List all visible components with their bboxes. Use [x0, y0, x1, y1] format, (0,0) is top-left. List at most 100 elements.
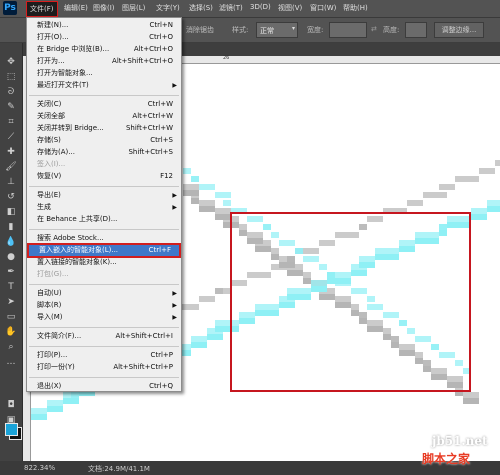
file-menu-item[interactable]: 退出(X) Ctrl+Q — [27, 381, 181, 392]
menu-layer[interactable]: 图层(L) — [122, 3, 145, 13]
file-menu-item[interactable]: 新建(N)... Ctrl+N — [27, 20, 181, 31]
file-menu-item[interactable]: 置入链接的智能对象(K)... — [27, 257, 181, 268]
quick-mask-icon[interactable]: ◘ — [4, 400, 18, 411]
file-menu-item[interactable]: 生成 ▶ — [27, 202, 181, 213]
eraser-tool-icon[interactable]: ◧ — [4, 207, 18, 218]
submenu-arrow-icon: ▶ — [172, 314, 177, 321]
menu-separator — [29, 186, 179, 187]
watermark-domain: jb51.net — [432, 434, 488, 448]
file-menu-item-shortcut: Alt+Shift+Ctrl+I — [115, 332, 173, 340]
file-menu-item[interactable]: 打印(P)... Ctrl+P — [27, 350, 181, 361]
menu-separator — [29, 327, 179, 328]
file-menu-item[interactable]: 文件简介(F)... Alt+Shift+Ctrl+I — [27, 331, 181, 342]
gradient-tool-icon[interactable]: ▮ — [4, 222, 18, 233]
blur-tool-icon[interactable]: 💧 — [4, 237, 18, 248]
crop-tool-icon[interactable]: ⌗ — [4, 117, 18, 128]
menu-window[interactable]: 窗口(W) — [310, 3, 336, 13]
file-menu-item[interactable]: 打开为智能对象... — [27, 68, 181, 79]
marquee-tool-icon[interactable]: ⬚ — [4, 72, 18, 83]
file-menu-item[interactable]: 在 Behance 上共享(D)... — [27, 214, 181, 225]
file-menu-item-label: 自动(U) — [37, 289, 62, 297]
file-menu-item-label: 关闭(C) — [37, 100, 62, 108]
healing-brush-tool-icon[interactable]: ✚ — [4, 147, 18, 158]
move-tool-icon[interactable]: ✥ — [4, 57, 18, 68]
swap-icon[interactable]: ⇄ — [371, 25, 377, 33]
file-menu-item-label: 新建(N)... — [37, 21, 69, 29]
file-menu-item[interactable]: 打印一份(Y) Alt+Shift+Ctrl+P — [27, 362, 181, 373]
file-menu-item[interactable]: 脚本(R) ▶ — [27, 300, 181, 311]
file-menu-item-shortcut: Ctrl+P — [150, 351, 173, 359]
quick-select-tool-icon[interactable]: ✎ — [4, 102, 18, 113]
submenu-arrow-icon: ▶ — [172, 82, 177, 89]
file-menu-item-label: 脚本(R) — [37, 301, 62, 309]
more-tools-icon[interactable]: … — [4, 357, 18, 368]
file-menu-item[interactable]: 导出(E) ▶ — [27, 190, 181, 201]
brush-tool-icon[interactable]: 🖌 — [4, 162, 18, 173]
foreground-color-swatch[interactable] — [5, 423, 18, 436]
file-menu-item[interactable]: 关闭并转到 Bridge... Shift+Ctrl+W — [27, 123, 181, 134]
menu-separator — [29, 95, 179, 96]
menu-view[interactable]: 视图(V) — [278, 3, 302, 13]
lasso-tool-icon[interactable]: ᘐ — [4, 87, 18, 98]
file-menu-item-shortcut: Shift+Ctrl+W — [125, 124, 173, 132]
document-size[interactable]: 文档:24.9M/41.1M — [88, 464, 150, 474]
menu-separator — [29, 377, 179, 378]
ruler-mark: 26 — [223, 55, 230, 61]
zoom-level[interactable]: 822.34% — [24, 464, 55, 472]
file-menu-item[interactable]: 存储为(A)... Shift+Ctrl+S — [27, 147, 181, 158]
watermark-site-name: 脚本之家 — [422, 452, 471, 466]
pen-tool-icon[interactable]: ✒ — [4, 267, 18, 278]
file-menu-item-shortcut: F12 — [160, 172, 173, 180]
menu-image[interactable]: 图像(I) — [93, 3, 115, 13]
file-menu-item[interactable]: 自动(U) ▶ — [27, 288, 181, 299]
file-menu-item[interactable]: 关闭(C) Ctrl+W — [27, 99, 181, 110]
file-menu-item-label: 搜索 Adobe Stock... — [37, 234, 104, 242]
file-menu-item[interactable]: 打开(O)... Ctrl+O — [27, 32, 181, 43]
file-menu-item[interactable]: 搜索 Adobe Stock... — [27, 233, 181, 244]
file-menu-item-label: 导入(M) — [37, 313, 63, 321]
width-input[interactable] — [329, 22, 367, 38]
file-menu-item[interactable]: 恢复(V) F12 — [27, 171, 181, 182]
file-menu-item-label: 退出(X) — [37, 382, 62, 390]
shape-tool-icon[interactable]: ▭ — [4, 312, 18, 323]
dodge-tool-icon[interactable]: ● — [4, 252, 18, 263]
file-menu-item-label: 打印一份(Y) — [37, 363, 75, 371]
file-menu-item[interactable]: 关闭全部 Alt+Ctrl+W — [27, 111, 181, 122]
file-menu-item-label: 签入(I)... — [37, 160, 66, 168]
file-menu-item[interactable]: 在 Bridge 中浏览(B)... Alt+Ctrl+O — [27, 44, 181, 55]
history-brush-tool-icon[interactable]: ↺ — [4, 192, 18, 203]
menu-filter[interactable]: 滤镜(T) — [219, 3, 243, 13]
menu-type[interactable]: 文字(Y) — [156, 3, 180, 13]
submenu-arrow-icon: ▶ — [172, 204, 177, 211]
file-menu-item[interactable]: 导入(M) ▶ — [27, 312, 181, 323]
type-tool-icon[interactable]: T — [4, 282, 18, 293]
hand-tool-icon[interactable]: ✋ — [4, 327, 18, 338]
clone-stamp-tool-icon[interactable]: ⊥ — [4, 177, 18, 188]
menu-help[interactable]: 帮助(H) — [343, 3, 368, 13]
toolbox: ✥ ⬚ ᘐ ✎ ⌗ ⟋ ✚ 🖌 ⊥ ↺ ◧ ▮ 💧 ● ✒ T ➤ ▭ ✋ ⌕ … — [0, 43, 23, 461]
menu-select[interactable]: 选择(S) — [189, 3, 213, 13]
file-menu-item-shortcut: Ctrl+Q — [149, 382, 173, 390]
path-select-tool-icon[interactable]: ➤ — [4, 297, 18, 308]
refine-edge-button[interactable]: 调整边缘... — [434, 22, 484, 38]
menu-edit[interactable]: 编辑(E) — [64, 3, 88, 13]
file-menu-item[interactable]: 最近打开文件(T) ▶ — [27, 80, 181, 91]
file-menu-item-label: 在 Behance 上共享(D)... — [37, 215, 118, 223]
menu-file[interactable]: 文件(F) — [26, 1, 58, 17]
submenu-arrow-icon: ▶ — [172, 192, 177, 199]
menu-separator — [29, 284, 179, 285]
file-menu-item[interactable]: 打开为... Alt+Shift+Ctrl+O — [27, 56, 181, 67]
file-menu-item[interactable]: 置入嵌入的智能对象(L)... Ctrl+F — [27, 243, 181, 258]
height-input[interactable] — [405, 22, 427, 38]
style-select[interactable]: 正常 ▾ — [256, 22, 298, 38]
style-label: 样式: — [232, 26, 249, 34]
zoom-tool-icon[interactable]: ⌕ — [4, 342, 18, 353]
file-menu-item-label: 文件简介(F)... — [37, 332, 82, 340]
chevron-down-icon: ▾ — [291, 25, 295, 32]
eyedropper-tool-icon[interactable]: ⟋ — [4, 132, 18, 143]
file-menu-item-label: 置入嵌入的智能对象(L)... — [39, 246, 119, 254]
file-menu-dropdown: 新建(N)... Ctrl+N 打开(O)... Ctrl+O 在 Bridge 中浏览… — [26, 17, 182, 392]
file-menu-item[interactable]: 存储(S) Ctrl+S — [27, 135, 181, 146]
file-menu-item-label: 打开为智能对象... — [37, 69, 93, 77]
menu-3d[interactable]: 3D(D) — [250, 3, 271, 11]
